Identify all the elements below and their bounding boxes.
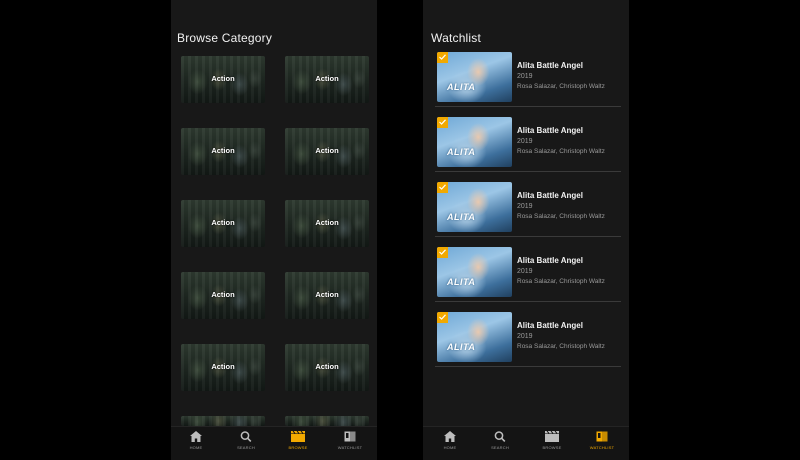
screenshot-stage: Browse Category Action Action Action Act… <box>0 0 800 460</box>
watchlist-icon <box>344 431 356 442</box>
movie-title: Alita Battle Angel <box>517 126 583 135</box>
movie-cast: Rosa Salazar, Christoph Waltz <box>517 278 605 285</box>
movie-title: Alita Battle Angel <box>517 61 583 70</box>
poster-title: ALITA <box>447 82 476 92</box>
tab-bar: HOME SEARCH BROWSE WATCHLIST <box>423 426 629 460</box>
category-label: Action <box>211 74 235 83</box>
poster-title: ALITA <box>447 147 476 157</box>
category-tile-partial[interactable] <box>181 416 265 426</box>
category-label: Action <box>315 218 339 227</box>
category-tile[interactable]: Action <box>181 200 265 247</box>
poster-title: ALITA <box>447 277 476 287</box>
movie-year: 2019 <box>517 203 533 210</box>
watchlist-screen: Watchlist ALITA Alita Battle Angel 2019 … <box>423 0 629 460</box>
tab-watchlist[interactable]: WATCHLIST <box>325 431 375 459</box>
category-tile[interactable]: Action <box>181 56 265 103</box>
category-tile[interactable]: Action <box>181 128 265 175</box>
checkmark-icon <box>437 312 448 323</box>
watchlist-icon <box>596 431 608 442</box>
search-icon <box>494 431 506 442</box>
clapperboard-icon <box>545 431 559 442</box>
list-item[interactable]: ALITA Alita Battle Angel 2019 Rosa Salaz… <box>435 247 621 302</box>
home-icon <box>444 431 456 442</box>
poster-title: ALITA <box>447 212 476 222</box>
movie-year: 2019 <box>517 333 533 340</box>
search-icon <box>240 431 252 442</box>
tab-home[interactable]: HOME <box>171 431 221 459</box>
category-tile[interactable]: Action <box>285 344 369 391</box>
tab-label: SEARCH <box>237 445 255 450</box>
category-tile[interactable]: Action <box>181 344 265 391</box>
category-label: Action <box>315 362 339 371</box>
movie-title: Alita Battle Angel <box>517 321 583 330</box>
list-item[interactable]: ALITA Alita Battle Angel 2019 Rosa Salaz… <box>435 52 621 107</box>
poster-title: ALITA <box>447 342 476 352</box>
tab-bar: HOME SEARCH BROWSE WATCHLIST <box>171 426 377 460</box>
checkmark-icon <box>437 52 448 63</box>
checkmark-icon <box>437 117 448 128</box>
tab-search[interactable]: SEARCH <box>221 431 271 459</box>
browse-title: Browse Category <box>177 31 273 45</box>
list-item[interactable]: ALITA Alita Battle Angel 2019 Rosa Salaz… <box>435 117 621 172</box>
category-label: Action <box>315 146 339 155</box>
category-label: Action <box>211 146 235 155</box>
tab-label: HOME <box>189 445 203 450</box>
clapperboard-icon <box>291 431 305 442</box>
tab-label: HOME <box>443 445 457 450</box>
list-item[interactable]: ALITA Alita Battle Angel 2019 Rosa Salaz… <box>435 312 621 367</box>
movie-title: Alita Battle Angel <box>517 191 583 200</box>
tab-label: BROWSE <box>542 445 562 450</box>
list-item[interactable]: ALITA Alita Battle Angel 2019 Rosa Salaz… <box>435 182 621 237</box>
movie-year: 2019 <box>517 268 533 275</box>
category-tile[interactable]: Action <box>285 56 369 103</box>
watchlist-title: Watchlist <box>431 31 482 45</box>
tab-label: BROWSE <box>288 445 308 450</box>
movie-poster: ALITA <box>437 312 512 362</box>
category-tile[interactable]: Action <box>285 128 369 175</box>
category-label: Action <box>315 74 339 83</box>
tab-browse[interactable]: BROWSE <box>527 431 577 459</box>
movie-poster: ALITA <box>437 182 512 232</box>
movie-poster: ALITA <box>437 117 512 167</box>
tab-search[interactable]: SEARCH <box>475 431 525 459</box>
category-label: Action <box>211 362 235 371</box>
tab-watchlist[interactable]: WATCHLIST <box>577 431 627 459</box>
category-label: Action <box>211 218 235 227</box>
category-tile[interactable]: Action <box>285 272 369 319</box>
category-label: Action <box>211 290 235 299</box>
home-icon <box>190 431 202 442</box>
movie-title: Alita Battle Angel <box>517 256 583 265</box>
movie-cast: Rosa Salazar, Christoph Waltz <box>517 343 605 350</box>
movie-cast: Rosa Salazar, Christoph Waltz <box>517 148 605 155</box>
movie-poster: ALITA <box>437 52 512 102</box>
tab-label: SEARCH <box>491 445 509 450</box>
category-tile-partial[interactable] <box>285 416 369 426</box>
category-tile[interactable]: Action <box>285 200 369 247</box>
category-label: Action <box>315 290 339 299</box>
movie-year: 2019 <box>517 138 533 145</box>
tab-home[interactable]: HOME <box>425 431 475 459</box>
tab-label: WATCHLIST <box>589 445 615 450</box>
checkmark-icon <box>437 247 448 258</box>
movie-poster: ALITA <box>437 247 512 297</box>
movie-cast: Rosa Salazar, Christoph Waltz <box>517 213 605 220</box>
movie-year: 2019 <box>517 73 533 80</box>
tab-label: WATCHLIST <box>337 445 363 450</box>
category-tile[interactable]: Action <box>181 272 265 319</box>
browse-screen: Browse Category Action Action Action Act… <box>171 0 377 460</box>
checkmark-icon <box>437 182 448 193</box>
tab-browse[interactable]: BROWSE <box>273 431 323 459</box>
movie-cast: Rosa Salazar, Christoph Waltz <box>517 83 605 90</box>
